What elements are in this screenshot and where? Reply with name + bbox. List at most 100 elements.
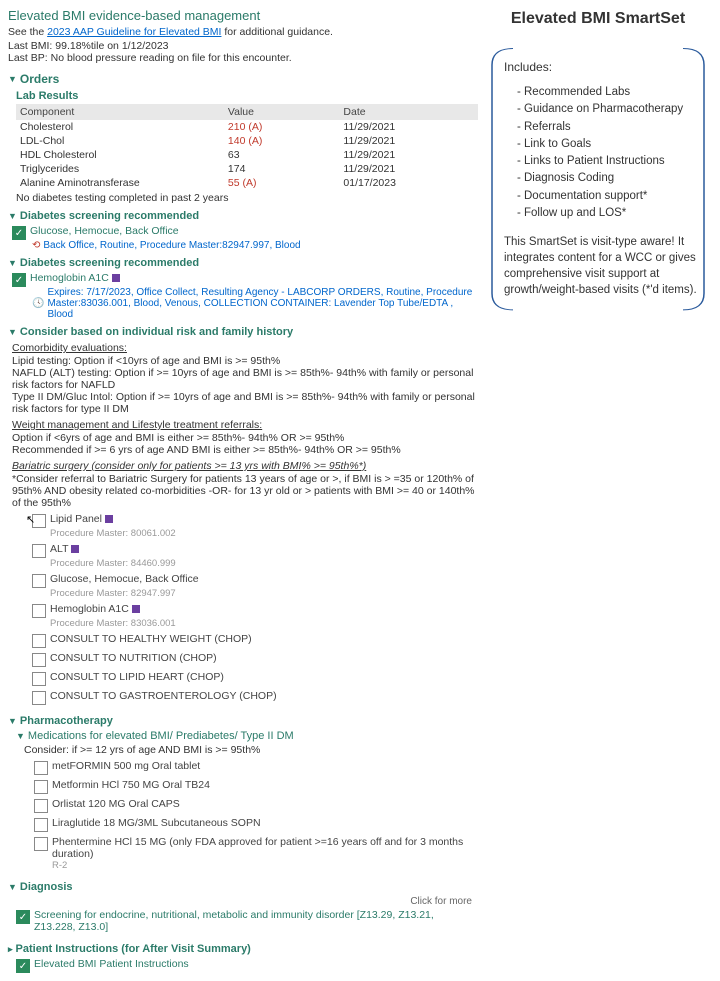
order-checkbox[interactable] (32, 634, 46, 648)
glucose-detail[interactable]: Back Office, Routine, Procedure Master:8… (43, 240, 300, 251)
order-checkbox[interactable] (32, 574, 46, 588)
col-date: Date (339, 104, 478, 120)
caret-down-icon: ▼ (16, 731, 25, 741)
glucose-order-label[interactable]: Glucose, Hemocue, Back Office (30, 225, 179, 237)
med-item-label[interactable]: Liraglutide 18 MG/3ML Subcutaneous SOPN (52, 817, 261, 829)
lab-row: LDL-Chol140 (A)11/29/2021 (16, 134, 478, 148)
order-item-label[interactable]: CONSULT TO GASTROENTEROLOGY (CHOP) (50, 690, 277, 702)
order-item-label[interactable]: ALT (50, 543, 79, 555)
col-component: Component (16, 104, 224, 120)
last-bmi: Last BMI: 99.18%tile on 1/12/2023 (8, 40, 478, 52)
med-checkbox[interactable] (34, 837, 48, 851)
color-swatch-icon (132, 605, 140, 613)
color-swatch-icon (71, 545, 79, 553)
last-bp: Last BP: No blood pressure reading on fi… (8, 52, 478, 64)
includes-item: Guidance on Pharmacotherapy (524, 101, 698, 118)
caret-down-icon: ▼ (8, 74, 17, 84)
weight-mgmt-title: Weight management and Lifestyle treatmen… (12, 419, 478, 431)
click-for-more-link[interactable]: Click for more (8, 896, 478, 907)
diagnosis-checkbox[interactable]: ✓ (16, 910, 30, 924)
med-item-label[interactable]: metFORMIN 500 mg Oral tablet (52, 760, 200, 772)
order-item-label[interactable]: Lipid Panel (50, 513, 113, 525)
caret-right-icon: ▸ (8, 944, 13, 955)
diagnosis-item[interactable]: Screening for endocrine, nutritional, me… (34, 909, 478, 933)
med-checkbox[interactable] (34, 761, 48, 775)
clock-icon: 🕓 (32, 298, 44, 309)
order-item-label[interactable]: Glucose, Hemocue, Back Office (50, 573, 199, 585)
lab-row: Triglycerides17411/29/2021 (16, 162, 478, 176)
includes-item: Documentation support* (524, 188, 698, 205)
caret-down-icon: ▼ (8, 882, 17, 892)
includes-item: Diagnosis Coding (524, 170, 698, 187)
includes-item: Referrals (524, 119, 698, 136)
bariatric-body: *Consider referral to Bariatric Surgery … (12, 473, 478, 509)
consider-hdr[interactable]: ▼ Consider based on individual risk and … (8, 326, 478, 338)
pt-inst-item[interactable]: Elevated BMI Patient Instructions (34, 958, 189, 970)
comorbid-title: Comorbidity evaluations: (12, 342, 478, 354)
comorbid-body: Lipid testing: Option if <10yrs of age a… (12, 355, 478, 415)
annotation-title: Elevated BMI SmartSet (488, 10, 708, 28)
order-checkbox[interactable] (32, 672, 46, 686)
includes-item: Follow up and LOS* (524, 205, 698, 222)
a1c-detail[interactable]: Expires: 7/17/2023, Office Collect, Resu… (47, 287, 478, 320)
procedure-code: Procedure Master: 83036.001 (50, 618, 478, 629)
diagnosis-hdr[interactable]: ▼ Diagnosis (8, 881, 478, 893)
includes-item: Link to Goals (524, 136, 698, 153)
lab-row: Alanine Aminotransferase55 (A)01/17/2023 (16, 176, 478, 190)
glucose-checkbox[interactable]: ✓ (12, 226, 26, 240)
aap-guideline-link[interactable]: 2023 AAP Guideline for Elevated BMI (47, 26, 221, 38)
a1c-order-label[interactable]: Hemoglobin A1C (30, 272, 120, 284)
annotation-note: This SmartSet is visit-type aware! It in… (504, 234, 698, 298)
orders-header[interactable]: ▼ Orders (8, 72, 478, 86)
smartset-panel: Elevated BMI evidence-based management S… (8, 8, 478, 973)
lab-row: HDL Cholesterol6311/29/2021 (16, 148, 478, 162)
order-checkbox[interactable] (32, 604, 46, 618)
guide-row: See the 2023 AAP Guideline for Elevated … (8, 26, 478, 38)
lab-row: Cholesterol210 (A)11/29/2021 (16, 120, 478, 134)
meds-consider-note: Consider: if >= 12 yrs of age AND BMI is… (24, 744, 478, 756)
diabetes-screen-hdr-1[interactable]: ▼ Diabetes screening recommended (8, 210, 478, 222)
a1c-checkbox[interactable]: ✓ (12, 273, 26, 287)
color-swatch-icon (105, 515, 113, 523)
col-value: Value (224, 104, 340, 120)
order-item-label[interactable]: CONSULT TO HEALTHY WEIGHT (CHOP) (50, 633, 252, 645)
diabetes-testing-note: No diabetes testing completed in past 2 … (16, 192, 478, 204)
order-item-label[interactable]: CONSULT TO LIPID HEART (CHOP) (50, 671, 224, 683)
caret-down-icon: ▼ (8, 716, 17, 726)
annotation-panel: Elevated BMI SmartSet Includes: Recommen… (488, 8, 708, 973)
caret-down-icon: ▼ (8, 258, 17, 268)
order-checkbox[interactable] (32, 653, 46, 667)
includes-item: Links to Patient Instructions (524, 153, 698, 170)
med-item-label[interactable]: Orlistat 120 MG Oral CAPS (52, 798, 180, 810)
med-item-label[interactable]: Metformin HCl 750 MG Oral TB24 (52, 779, 210, 791)
diabetes-screen-hdr-2[interactable]: ▼ Diabetes screening recommended (8, 257, 478, 269)
lab-results-table: Component Value Date Cholesterol210 (A)1… (16, 104, 478, 190)
guide-prefix: See the (8, 26, 47, 38)
lab-results-header: Lab Results (16, 90, 478, 102)
patient-instructions-hdr[interactable]: ▸ Patient Instructions (for After Visit … (8, 943, 478, 955)
color-swatch-icon (112, 274, 120, 282)
weight-mgmt-body: Option if <6yrs of age and BMI is either… (12, 432, 478, 456)
includes-header: Includes: (504, 60, 698, 74)
includes-item: Recommended Labs (524, 84, 698, 101)
med-checkbox[interactable] (34, 780, 48, 794)
pt-inst-checkbox[interactable]: ✓ (16, 959, 30, 973)
med-checkbox[interactable] (34, 818, 48, 832)
pharmacotherapy-hdr[interactable]: ▼ Pharmacotherapy (8, 715, 478, 727)
procedure-code: Procedure Master: 84460.999 (50, 558, 478, 569)
bracket-container: Includes: Recommended LabsGuidance on Ph… (488, 46, 708, 312)
r2-label: R-2 (52, 860, 478, 871)
med-item-label[interactable]: Phentermine HCl 15 MG (only FDA approved… (52, 836, 478, 860)
procedure-code: Procedure Master: 82947.997 (50, 588, 478, 599)
order-checkbox[interactable] (32, 691, 46, 705)
bariatric-title: Bariatric surgery (consider only for pat… (12, 460, 478, 472)
meds-sub-hdr[interactable]: ▼ Medications for elevated BMI/ Prediabe… (16, 730, 478, 742)
procedure-code: Procedure Master: 80061.002 (50, 528, 478, 539)
cursor-icon: ↖ (26, 513, 35, 526)
order-checkbox[interactable] (32, 544, 46, 558)
back-arrow-icon: ⟲ (32, 240, 40, 251)
order-item-label[interactable]: Hemoglobin A1C (50, 603, 140, 615)
caret-down-icon: ▼ (8, 327, 17, 337)
order-item-label[interactable]: CONSULT TO NUTRITION (CHOP) (50, 652, 217, 664)
med-checkbox[interactable] (34, 799, 48, 813)
